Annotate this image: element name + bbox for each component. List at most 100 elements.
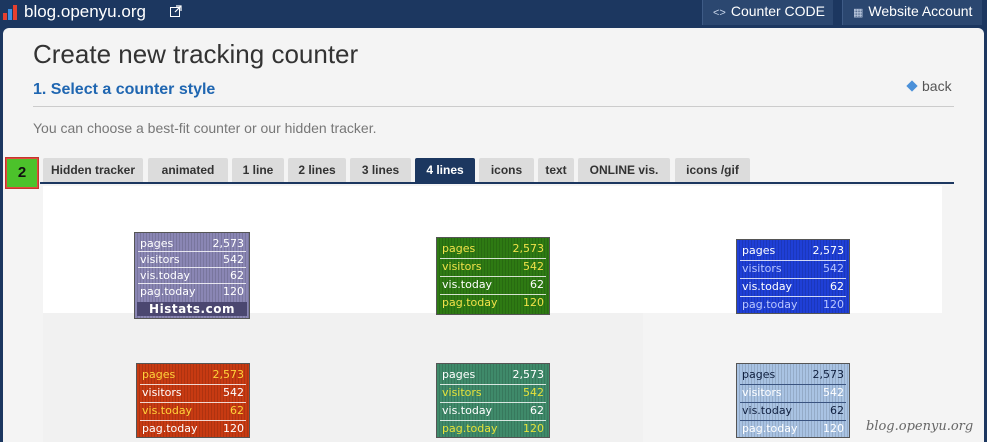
counter-row: pag.today 120 [137, 283, 247, 300]
tab-icons[interactable]: icons [479, 158, 534, 182]
counter-row-label: pages [742, 244, 776, 257]
counter-row-label: vis.today [742, 280, 793, 293]
gallery-row-background [43, 313, 643, 442]
counter-row-value: 542 [823, 386, 844, 399]
counter-code-label: Counter CODE [730, 3, 826, 19]
counter-row: vis.today 62 [439, 402, 547, 419]
page-title: Create new tracking counter [33, 39, 359, 69]
counter-row-label: visitors [140, 253, 180, 266]
counter-row-label: visitors [742, 386, 782, 399]
counter-style-option[interactable]: pages 2,573 visitors 542 vis.today 62 pag.toda… [436, 237, 550, 315]
back-diamond-icon [906, 80, 918, 92]
counter-style-option[interactable]: pages 2,573 visitors 542 vis.today 62 pag.toda… [736, 363, 850, 438]
tab-2-lines[interactable]: 2 lines [288, 158, 346, 182]
counter-row: visitors 542 [439, 258, 547, 275]
counter-row-value: 542 [523, 386, 544, 399]
counter-style-option[interactable]: pages 2,573 visitors 542 vis.today 62 pag.toda… [136, 363, 250, 438]
counter-row-value: 2,573 [512, 368, 545, 381]
counter-row-label: vis.today [442, 278, 493, 291]
counter-row-label: vis.today [140, 269, 191, 282]
counter-row-value: 120 [223, 422, 244, 435]
counter-row-label: pag.today [742, 298, 798, 311]
counter-row-label: pag.today [140, 285, 196, 298]
counter-row: pages 2,573 [139, 366, 247, 383]
counter-row-label: visitors [742, 262, 782, 275]
counter-style-option[interactable]: pages 2,573 visitors 542 vis.today 62 pag.toda… [134, 232, 250, 319]
counter-row: visitors 542 [137, 251, 247, 268]
site-name-link[interactable]: blog.openyu.org [24, 2, 146, 22]
counter-row-label: pag.today [142, 422, 198, 435]
back-label: back [922, 78, 952, 94]
divider [33, 106, 954, 107]
counter-row-value: 542 [823, 262, 844, 275]
counter-row-label: vis.today [142, 404, 193, 417]
tab-4-lines[interactable]: 4 lines [415, 158, 475, 182]
website-account-button[interactable]: ▦ Website Account [842, 0, 982, 25]
counter-row-value: 120 [523, 422, 544, 435]
external-link-icon[interactable] [170, 5, 182, 17]
counter-row-value: 62 [230, 269, 244, 282]
counter-row: pag.today 120 [439, 420, 547, 437]
counter-row: visitors 542 [739, 260, 847, 277]
counter-row-label: visitors [142, 386, 182, 399]
main-panel: Create new tracking counter 1. Select a … [3, 28, 984, 442]
counter-row-label: visitors [442, 260, 482, 273]
counter-row: pages 2,573 [439, 240, 547, 257]
back-link[interactable]: back [906, 78, 952, 94]
step-badge: 2 [5, 157, 39, 189]
tab-3-lines[interactable]: 3 lines [350, 158, 411, 182]
counter-row-value: 120 [523, 296, 544, 309]
counter-row: pages 2,573 [439, 366, 547, 383]
tab-online-vis[interactable]: ONLINE vis. [578, 158, 670, 182]
tab-underline [40, 182, 954, 184]
counter-row-value: 2,573 [512, 242, 545, 255]
counter-row-label: vis.today [442, 404, 493, 417]
counter-row: pages 2,573 [137, 235, 247, 252]
stats-logo-icon [3, 4, 19, 20]
counter-gallery: pages 2,573 visitors 542 vis.today 62 pag.toda… [43, 186, 942, 442]
counter-row: vis.today 62 [439, 276, 547, 293]
counter-row: vis.today 62 [137, 267, 247, 284]
counter-row-value: 62 [830, 404, 844, 417]
counter-row-value: 62 [530, 404, 544, 417]
counter-row-value: 120 [223, 285, 244, 298]
counter-style-option[interactable]: pages 2,573 visitors 542 vis.today 62 pag.toda… [736, 239, 850, 314]
counter-row: vis.today 62 [739, 278, 847, 295]
counter-row-value: 62 [230, 404, 244, 417]
counter-code-button[interactable]: <> Counter CODE [702, 0, 833, 25]
counter-row: pages 2,573 [739, 366, 847, 383]
tab-icons-gif[interactable]: icons /gif [675, 158, 750, 182]
counter-row-value: 542 [523, 260, 544, 273]
counter-row-label: pages [140, 237, 174, 250]
hint-text: You can choose a best-fit counter or our… [33, 120, 377, 136]
counter-style-option[interactable]: pages 2,573 visitors 542 vis.today 62 pag.toda… [436, 363, 550, 438]
counter-row-value: 120 [823, 298, 844, 311]
counter-row-label: vis.today [742, 404, 793, 417]
counter-row-label: visitors [442, 386, 482, 399]
counter-row-value: 2,573 [212, 237, 245, 250]
counter-row-value: 62 [530, 278, 544, 291]
counter-row-value: 2,573 [812, 368, 845, 381]
tab-animated[interactable]: animated [148, 158, 228, 182]
tab-1-line[interactable]: 1 line [232, 158, 284, 182]
counter-row-value: 62 [830, 280, 844, 293]
counter-row-label: pages [442, 242, 476, 255]
counter-row: vis.today 62 [139, 402, 247, 419]
counter-row-label: pag.today [442, 422, 498, 435]
counter-row: pag.today 120 [739, 420, 847, 437]
counter-row-label: pages [442, 368, 476, 381]
counter-row: pag.today 120 [139, 420, 247, 437]
counter-row-label: pag.today [442, 296, 498, 309]
counter-row-value: 542 [223, 386, 244, 399]
tab-text[interactable]: text [538, 158, 574, 182]
counter-row-value: 2,573 [212, 368, 245, 381]
counter-row-value: 2,573 [812, 244, 845, 257]
code-icon: <> [713, 7, 726, 19]
counter-brand: Histats.com [137, 302, 247, 316]
counter-row: visitors 542 [739, 384, 847, 401]
counter-row-label: pag.today [742, 422, 798, 435]
counter-row: visitors 542 [139, 384, 247, 401]
watermark: blog.openyu.org [866, 419, 974, 434]
tab-hidden-tracker[interactable]: Hidden tracker [43, 158, 143, 182]
website-account-label: Website Account [868, 3, 973, 19]
